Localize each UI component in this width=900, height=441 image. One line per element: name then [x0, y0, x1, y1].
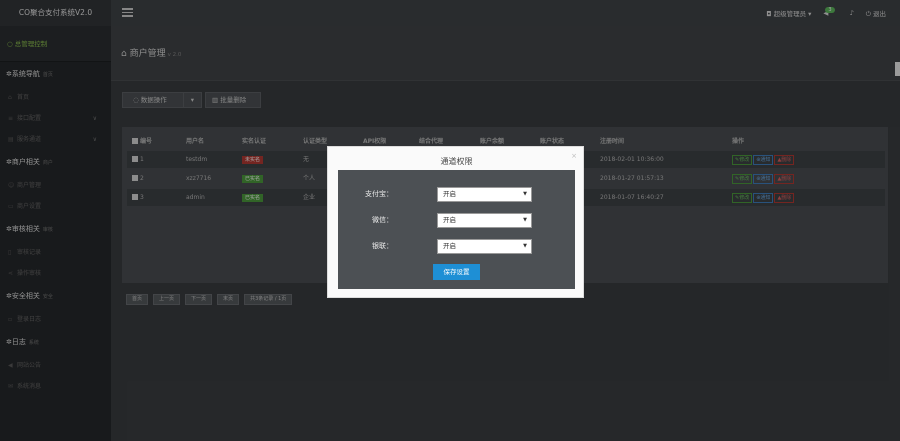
unionpay-value: 开启 [443, 242, 456, 250]
alipay-value: 开启 [443, 190, 456, 198]
alipay-label: 支付宝： [365, 190, 393, 198]
channel-permission-dialog: 通道权限 × 支付宝： 开启 ▼ 微信： 开启 ▼ 银联： 开启 ▼ 保存设置 [327, 146, 584, 298]
wechat-select[interactable]: 开启 ▼ [437, 213, 532, 228]
dialog-title: 通道权限 [440, 157, 473, 166]
caret-down-icon: ▼ [523, 217, 527, 223]
caret-down-icon: ▼ [523, 243, 527, 249]
unionpay-label: 银联： [372, 242, 393, 250]
wechat-label: 微信： [372, 216, 393, 224]
dialog-body: 支付宝： 开启 ▼ 微信： 开启 ▼ 银联： 开启 ▼ 保存设置 [338, 170, 575, 289]
caret-down-icon: ▼ [523, 191, 527, 197]
alipay-select[interactable]: 开启 ▼ [437, 187, 532, 202]
unionpay-row: 银联： 开启 ▼ [338, 239, 575, 254]
wechat-row: 微信： 开启 ▼ [338, 213, 575, 228]
unionpay-select[interactable]: 开启 ▼ [437, 239, 532, 254]
save-settings-button[interactable]: 保存设置 [433, 264, 480, 280]
close-icon[interactable]: × [571, 152, 577, 160]
alipay-row: 支付宝： 开启 ▼ [338, 187, 575, 202]
wechat-value: 开启 [443, 216, 456, 224]
